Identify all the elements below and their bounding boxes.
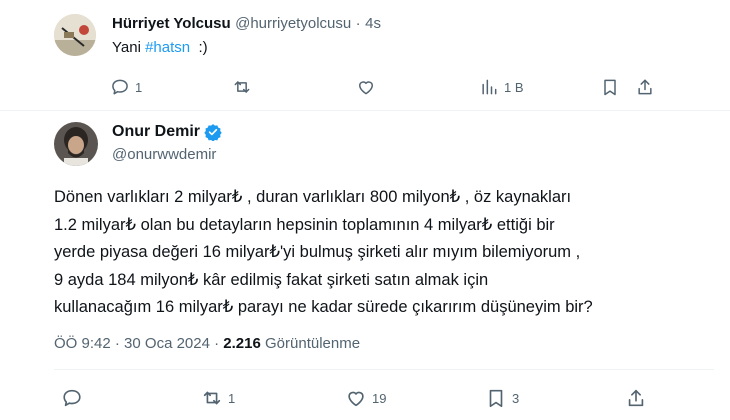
main-retweet-button[interactable]: 1 — [201, 387, 235, 409]
main-avatar[interactable] — [54, 122, 98, 166]
reply-like-button[interactable] — [356, 77, 381, 97]
main-like-button[interactable]: 19 — [345, 387, 386, 409]
reply-views-count: 1 B — [504, 79, 524, 95]
reply-avatar[interactable] — [54, 14, 96, 56]
views-chart-icon — [482, 79, 497, 95]
hashtag-link[interactable]: #hatsn — [145, 39, 190, 56]
reply-reply-count: 1 — [135, 79, 143, 95]
reply-retweet-button[interactable] — [232, 77, 257, 97]
retweet-icon — [203, 391, 221, 405]
reply-divider — [0, 110, 730, 111]
verified-badge-icon — [204, 123, 222, 141]
main-like-count: 19 — [372, 390, 387, 406]
meta-divider — [54, 369, 714, 370]
comment-icon — [112, 79, 128, 95]
main-share-button[interactable] — [625, 387, 647, 409]
heart-icon — [359, 81, 373, 95]
reply-display-name[interactable]: Hürriyet Yolcusu — [112, 15, 231, 32]
main-handle[interactable]: @onurwwdemir — [112, 146, 216, 163]
share-icon — [628, 389, 644, 407]
main-reply-button[interactable] — [61, 387, 88, 409]
retweet-icon — [234, 81, 250, 93]
comment-icon — [63, 389, 81, 407]
bookmark-icon — [604, 79, 616, 96]
tweet-meta: ÖÖ 9:42 · 30 Oca 2024 · 2.216 Görüntülen… — [54, 335, 360, 352]
reply-handle[interactable]: @hurriyetyolcusu — [235, 15, 351, 32]
views-label: Görüntülenme — [265, 335, 361, 352]
reply-bookmark-button[interactable] — [600, 77, 620, 97]
main-bookmark-count: 3 — [512, 390, 520, 406]
reply-share-button[interactable] — [635, 77, 655, 97]
reply-reply-button[interactable]: 1 — [110, 77, 142, 97]
share-icon — [638, 79, 652, 95]
reply-text: Yani #hatsn :) — [112, 39, 208, 56]
reply-text-suffix: :) — [190, 39, 208, 56]
reply-time[interactable]: 4s — [365, 15, 381, 32]
main-display-name[interactable]: Onur Demir — [112, 123, 200, 141]
reply-text-prefix: Yani — [112, 39, 146, 56]
main-tweet-text: Dönen varlıkları 2 milyar₺ , duran varlı… — [54, 188, 593, 316]
meta-separator-1: · — [114, 335, 120, 352]
reply-views-button[interactable]: 1 B — [479, 77, 524, 97]
views-count: 2.216 — [223, 335, 261, 352]
tweet-time[interactable]: ÖÖ 9:42 — [54, 335, 111, 352]
main-retweet-count: 1 — [228, 390, 236, 406]
main-avatar-image — [54, 122, 98, 166]
tweet-date[interactable]: 30 Oca 2024 — [124, 335, 210, 352]
heart-icon — [348, 391, 364, 407]
reply-avatar-image — [54, 14, 96, 56]
main-bookmark-button[interactable]: 3 — [485, 387, 519, 409]
meta-separator-2: · — [214, 335, 220, 352]
reply-separator: · — [355, 15, 361, 32]
bookmark-icon — [489, 389, 503, 408]
